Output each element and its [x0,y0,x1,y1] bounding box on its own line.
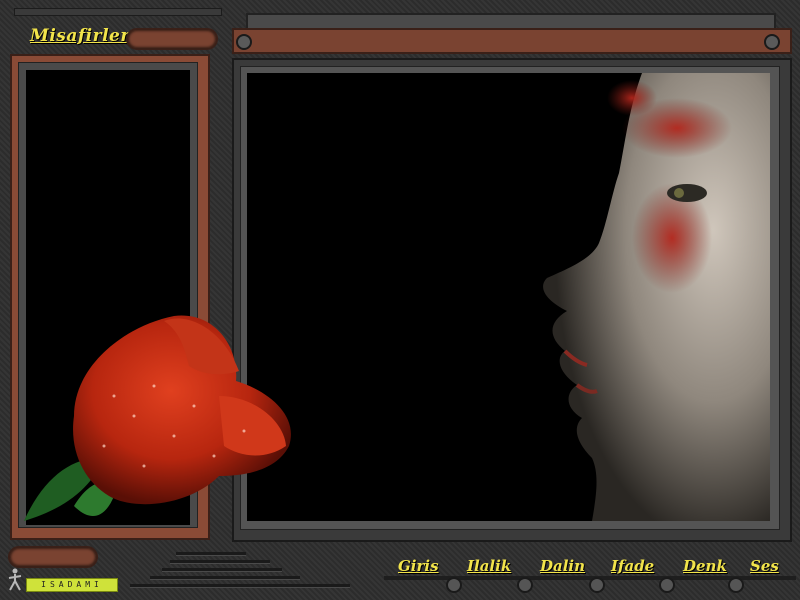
decor-stripe [162,568,282,572]
decor-stripe [150,576,300,580]
knob-icon [589,577,605,593]
nav-link-ilalik[interactable]: Ilalik [467,557,511,575]
nav-link-ses[interactable]: Ses [750,557,779,575]
knob-icon [728,577,744,593]
top-bar [232,28,792,54]
nav-link-giris[interactable]: Giris [398,557,439,575]
title-pill [126,28,218,50]
nav-link-ifade[interactable]: Ifade [611,557,654,575]
screw-icon [236,34,252,50]
nav-link-dalin[interactable]: Dalin [540,557,585,575]
screw-icon [764,34,780,50]
red-rose-icon [24,315,291,521]
logo-badge: ISADAMI [26,578,118,592]
decor-stripe [130,584,350,588]
nav-link-denk[interactable]: Denk [683,557,727,575]
knob-icon [446,577,462,593]
page-title: Misafirler [30,26,130,46]
top-left-rail [14,8,222,16]
knob-icon [517,577,533,593]
bottom-pill [8,546,98,568]
knob-icon [659,577,675,593]
main-content-screen [247,73,770,521]
stick-figure-icon [8,568,22,591]
face-profile-image [543,73,770,521]
decor-stripe [176,552,246,556]
decor-stripe [170,560,270,564]
